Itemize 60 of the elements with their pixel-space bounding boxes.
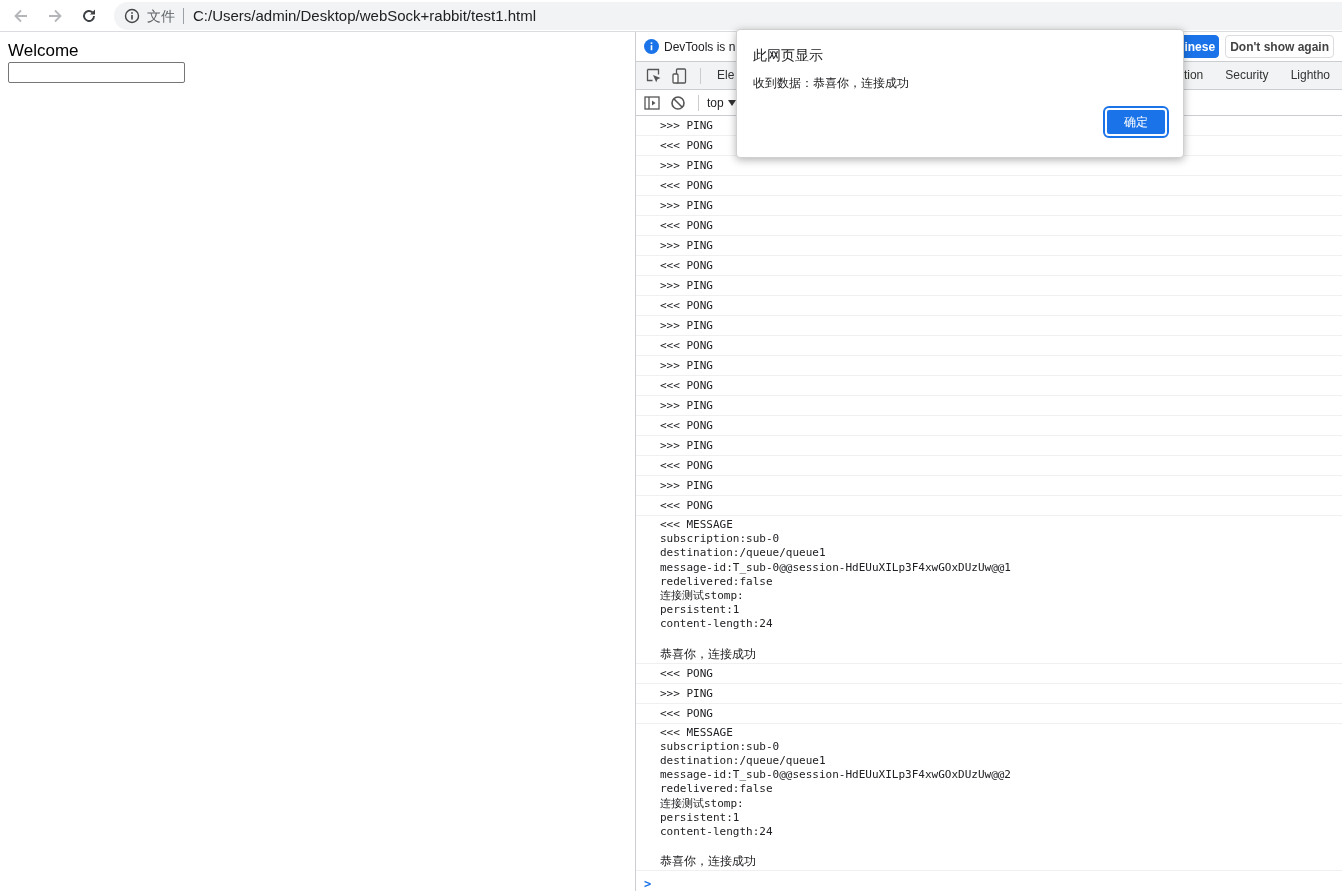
log-message: >>> PING [636,276,1342,296]
message-line: destination:/queue/queue1 [660,546,827,561]
panel-tab[interactable]: Lightho [1280,62,1342,89]
log-message: <<< PONG [636,703,1342,724]
message-line: <<< MESSAGE [660,725,734,740]
text-input[interactable] [8,62,185,83]
log-message: >>> PING [636,196,1342,216]
message-line: message-id:T_sub-0@@session-HdEUuXILp3F4xwGOxDUzUw@@2 [660,768,1012,783]
prompt-icon[interactable]: > [644,877,652,891]
log-message: >>> PING [636,436,1342,456]
message-line: 连接测试stomp: [660,796,745,811]
context-selector[interactable]: top [707,95,736,110]
message-line: 连接测试stomp: [660,589,745,604]
info-icon[interactable] [644,39,659,54]
message-line: subscription:sub-0 [660,739,781,755]
scheme-label: 文件 [147,7,184,24]
message-line: content-length:24 [660,617,774,632]
message-line: redelivered:false [660,574,774,589]
log-message: <<< PONG [636,336,1342,356]
message-line: persistent:1 [660,810,741,826]
infobar-button[interactable]: Don't show again [1225,35,1334,58]
log-message: >>> PING [636,316,1342,336]
context-label: top [707,95,724,110]
log-message: >>> PING [636,683,1342,704]
message-line: destination:/queue/queue1 [660,754,827,769]
dialog-message: 收到数据：恭喜你，连接成功 [753,75,910,92]
page-heading: Welcome [8,40,80,62]
log-message: <<< PONG [636,296,1342,316]
panel-tab[interactable]: Security [1215,62,1281,89]
sidebar-icon[interactable] [644,94,660,111]
device-icon[interactable] [672,67,688,84]
clear-console-icon[interactable] [670,94,686,111]
message-line: subscription:sub-0 [660,532,781,547]
log-message: <<< PONG [636,176,1342,196]
message-line: <<< MESSAGE [660,518,734,533]
log-message: <<< PONG [636,496,1342,516]
log-message: <<< PONG [636,663,1342,684]
url-text: C:/Users/admin/Desktop/webSock+rabbit/test1.html [193,7,537,24]
message-body: 恭喜你，连接成功 [660,853,757,870]
inspect-icon[interactable] [646,67,662,84]
info-icon[interactable] [124,7,140,24]
log-message: >>> PING [636,236,1342,256]
address-bar[interactable]: 文件 C:/Users/admin/Desktop/webSock+rabbit/test1.html [114,1,1342,30]
message-line: content-length:24 [660,825,774,840]
infobar-text: DevTools is n [664,39,736,54]
message-body: 恭喜你，连接成功 [660,645,757,662]
message-line: redelivered:false [660,782,774,797]
log-message: <<< PONG [636,216,1342,236]
message-line: message-id:T_sub-0@@session-HdEUuXILp3F4xwGOxDUzUw@@1 [660,560,1012,575]
log-message: <<< PONG [636,456,1342,476]
message-line: persistent:1 [660,603,741,618]
dropdown-icon[interactable] [727,99,736,106]
dialog-title: 此网页显示 [753,47,824,65]
log-message: >>> PING [636,396,1342,416]
log-message: <<< PONG [636,256,1342,276]
log-message: >>> PING [636,356,1342,376]
ok-button[interactable]: 确定 [1105,108,1167,136]
log-message: <<< PONG [636,376,1342,396]
log-message: <<< PONG [636,416,1342,436]
log-message: >>> PING [636,476,1342,496]
